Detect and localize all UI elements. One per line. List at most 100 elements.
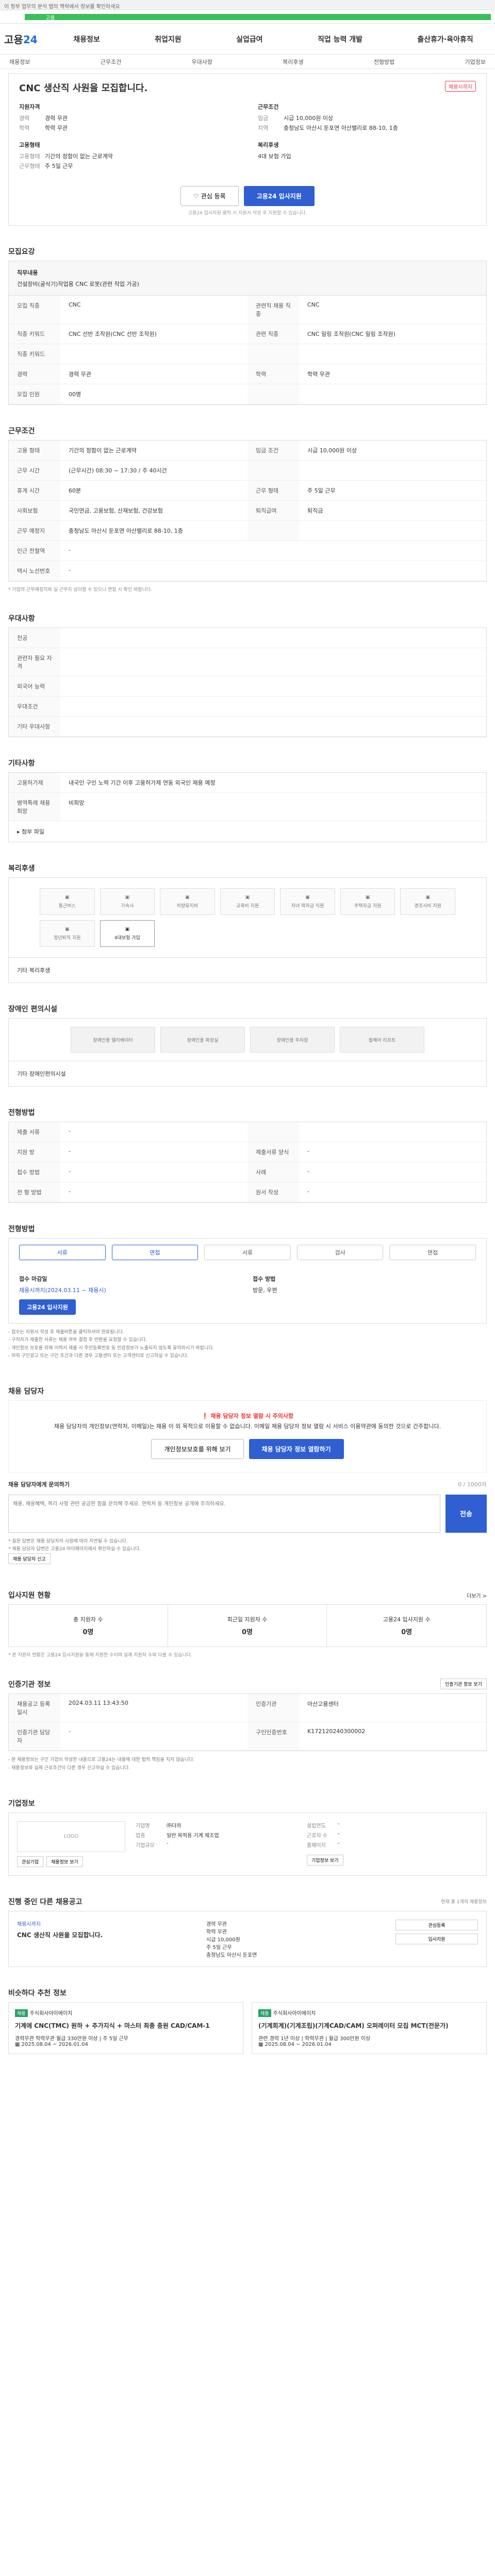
similar-card[interactable]: 채용 주식회사아이에이치 (기계회계)(기계조립)(기계CAD/CAM) 오퍼레이터… xyxy=(252,2002,487,2054)
other-tag: 채용시까지 xyxy=(17,1921,41,1927)
card-company: 주식회사아이에이치 xyxy=(29,2010,73,2016)
welfare-heading: 복리후생 xyxy=(258,142,279,148)
tab-work[interactable]: 근무조건 xyxy=(101,58,121,66)
row-label: 택시 노선번호 xyxy=(9,561,60,581)
work-panel: 고용 형태 기간의 정함이 없는 근로계약 임금 조건 시급 10,000원 이상 근무… xyxy=(8,440,487,582)
row-value: - xyxy=(338,1831,340,1837)
qa-note: * 채용 담당자 답변은 고용24 마이페이지에서 확인하실 수 있습니다. xyxy=(8,1547,141,1552)
row-value: - xyxy=(167,1840,169,1846)
work-table: 고용 형태 기간의 정함이 없는 근로계약 임금 조건 시급 10,000원 이상 근무… xyxy=(9,440,486,541)
welfare-label: 4대보험 가입 xyxy=(114,935,140,941)
report-button[interactable]: 채용 담당자 신고 xyxy=(8,1553,51,1565)
row-value xyxy=(60,648,486,676)
row-value xyxy=(299,461,486,481)
process-step: 서류 xyxy=(204,1245,291,1260)
disab-item: 휠체어 리프트 xyxy=(340,1027,424,1053)
row-label: 전 형 방법 xyxy=(9,1182,60,1202)
process-section-title: 전형방법 xyxy=(8,1225,35,1233)
company-row: 업종 일반 목적용 기계 제조업 xyxy=(136,1831,307,1839)
card-date: ▦ 2025.08.04 ~ 2026.01.04 xyxy=(258,2042,480,2047)
privacy-view-button[interactable]: 개인정보보호를 위해 보기 xyxy=(151,1438,244,1459)
welfare-item: ▣ 차량유지비 xyxy=(160,888,215,915)
row-value: - xyxy=(60,1182,248,1202)
company-jobs-button[interactable]: 채용정보 보기 xyxy=(46,1856,83,1867)
similar-section-title: 비슷하다 추천 정보 xyxy=(8,1989,67,1997)
benefit-icon: ▣ xyxy=(305,894,310,900)
nav-benefit[interactable]: 실업급여 xyxy=(236,34,263,44)
row-value xyxy=(60,344,248,364)
nav-training[interactable]: 직업 능력 개발 xyxy=(318,34,362,44)
card-meta: 경력무관 학력무관 월급 330만원 이상 | 주 5일 근무 xyxy=(15,2036,128,2042)
work-section-title: 근무조건 xyxy=(8,427,35,435)
duty-text: 건설장비(굴삭기)작업용 CNC 로봇(관련 작업 가공) xyxy=(17,281,139,287)
value: 경력 무관 xyxy=(45,115,68,122)
welfare-label: 자녀 학자금 지원 xyxy=(291,903,324,909)
row-value xyxy=(299,1122,486,1142)
row-label: 인증기관 담당자 xyxy=(9,1722,60,1751)
contact-view-button[interactable]: 채용 담당자 정보 열람하기 xyxy=(249,1438,344,1459)
apply-button[interactable]: 고용24 입사지원 xyxy=(243,186,315,206)
card-title[interactable]: (기계회계)(기계조립)(기계CAD/CAM) 오퍼레이터 모집 MCT(전문가… xyxy=(258,2021,480,2030)
qa-input[interactable] xyxy=(8,1494,440,1533)
agency-button[interactable]: 인증기관 정보 보기 xyxy=(440,1679,487,1690)
similar-card[interactable]: 채용 주식회사아이에이치 기계에 CNC(TMC) 원하 + 추가지식 + 마스터 … xyxy=(8,2002,243,2054)
tab-pref[interactable]: 우대사항 xyxy=(191,58,212,66)
disab-item: 장애인용 엘리베이터 xyxy=(71,1027,155,1053)
process-notes: - 접수는 지원서 작성 후 제출버튼을 클릭하셔야 완료됩니다. - 구직자가 … xyxy=(8,1324,487,1365)
row-value xyxy=(60,697,486,717)
tab-recruit[interactable]: 채용정보 xyxy=(9,58,30,66)
row-value: ㈜더하 xyxy=(167,1823,182,1829)
process-step: 면접 xyxy=(389,1245,476,1260)
tab-company[interactable]: 기업정보 xyxy=(465,58,486,66)
benefit-icon: ▣ xyxy=(125,926,130,932)
job-title: CNC 생산직 사원을 모집합니다. xyxy=(19,83,148,94)
agency-table: 채용공고 등록일시 2024.03.11 13:43:50 인증기관 아산고용센터 인증… xyxy=(9,1694,486,1751)
other-job-title[interactable]: CNC 생산직 사원을 모집합니다. xyxy=(17,1930,201,1939)
benefit-icon: ▣ xyxy=(65,926,70,932)
nav-jobs[interactable]: 채용정보 xyxy=(73,34,100,44)
recruit-panel: 직무내용 건설장비(굴삭기)작업용 CNC 로봇(관련 작업 가공) 모집 직종 C… xyxy=(8,261,487,405)
card-date-text: 2025.08.04 ~ 2026.01.04 xyxy=(21,2041,88,2047)
row-value xyxy=(60,717,486,737)
row-label: 기업규모 xyxy=(136,1842,155,1849)
job-summary-card: 채용시까지 CNC 생산직 사원을 모집합니다. 지원자격 경력 경력 무관 학력… xyxy=(8,73,487,226)
row-value: - xyxy=(60,1122,248,1142)
nav-support[interactable]: 취업지원 xyxy=(155,34,182,44)
interest-button[interactable]: ♡ 관심 등록 xyxy=(180,186,239,206)
card-title[interactable]: 기계에 CNC(TMC) 원하 + 추가지식 + 마스터 최종 충원 CAD/C… xyxy=(15,2021,237,2030)
row-value: CNC 밀링 조작원(CNC 밀링 조작원) xyxy=(299,324,486,344)
meta-item: 충청남도 아산시 둔포면 xyxy=(206,1952,257,1958)
attach-file[interactable]: ▸ 첨부 파일 xyxy=(9,821,486,842)
row-label: 모집 인원 xyxy=(9,384,60,404)
method-value: 방문, 우편 xyxy=(253,1287,277,1294)
company-interest-button[interactable]: 관심기업 xyxy=(17,1856,44,1867)
stats-more-link[interactable]: 더보기 > xyxy=(467,1591,487,1599)
apply-button-2[interactable]: 고용24 입사지원 xyxy=(19,1299,76,1315)
welfare-label: 기숙사 xyxy=(121,903,134,909)
other-interest-button[interactable]: 관심등록 xyxy=(395,1919,478,1930)
site-logo[interactable]: 고용24 xyxy=(4,31,56,46)
row-value: - xyxy=(299,1162,486,1182)
stat-item: 고용24 입사지원 수 0명 xyxy=(327,1605,486,1647)
other-job-card[interactable]: 채용시까지 CNC 생산직 사원을 모집합니다. 경력 무관 학력 무관 시급 10,… xyxy=(8,1910,487,1967)
company-row: 기업명 ㈜더하 xyxy=(136,1821,307,1829)
stat-label: 고용24 입사지원 수 xyxy=(383,1616,431,1623)
other-section-title: 진행 중인 다른 채용공고 xyxy=(8,1897,82,1906)
value: 주 5일 근무 xyxy=(45,163,73,170)
tab-welfare[interactable]: 복리후생 xyxy=(283,58,303,66)
qa-send-button[interactable]: 전송 xyxy=(446,1494,487,1533)
tab-method[interactable]: 전형방법 xyxy=(374,58,394,66)
row-label xyxy=(248,461,299,481)
nav-leave[interactable]: 출산휴가·육아휴직 xyxy=(417,34,473,44)
work-heading: 근무조건 xyxy=(258,104,279,110)
other-apply-button[interactable]: 입사지원 xyxy=(395,1933,478,1944)
welfare-item: ▣ 기숙사 xyxy=(100,888,155,915)
process-step: 서류 xyxy=(19,1245,106,1260)
row-value: - xyxy=(338,1840,340,1846)
row-value: - xyxy=(60,561,486,581)
company-more-button[interactable]: 기업정보 보기 xyxy=(307,1854,343,1866)
card-date-text: 2025.08.04 ~ 2026.01.04 xyxy=(265,2041,332,2047)
disab-item: 장애인용 화장실 xyxy=(160,1027,245,1053)
row-label: 외국어 능력 xyxy=(9,676,60,697)
row-label: 고용허가제 xyxy=(9,773,60,793)
